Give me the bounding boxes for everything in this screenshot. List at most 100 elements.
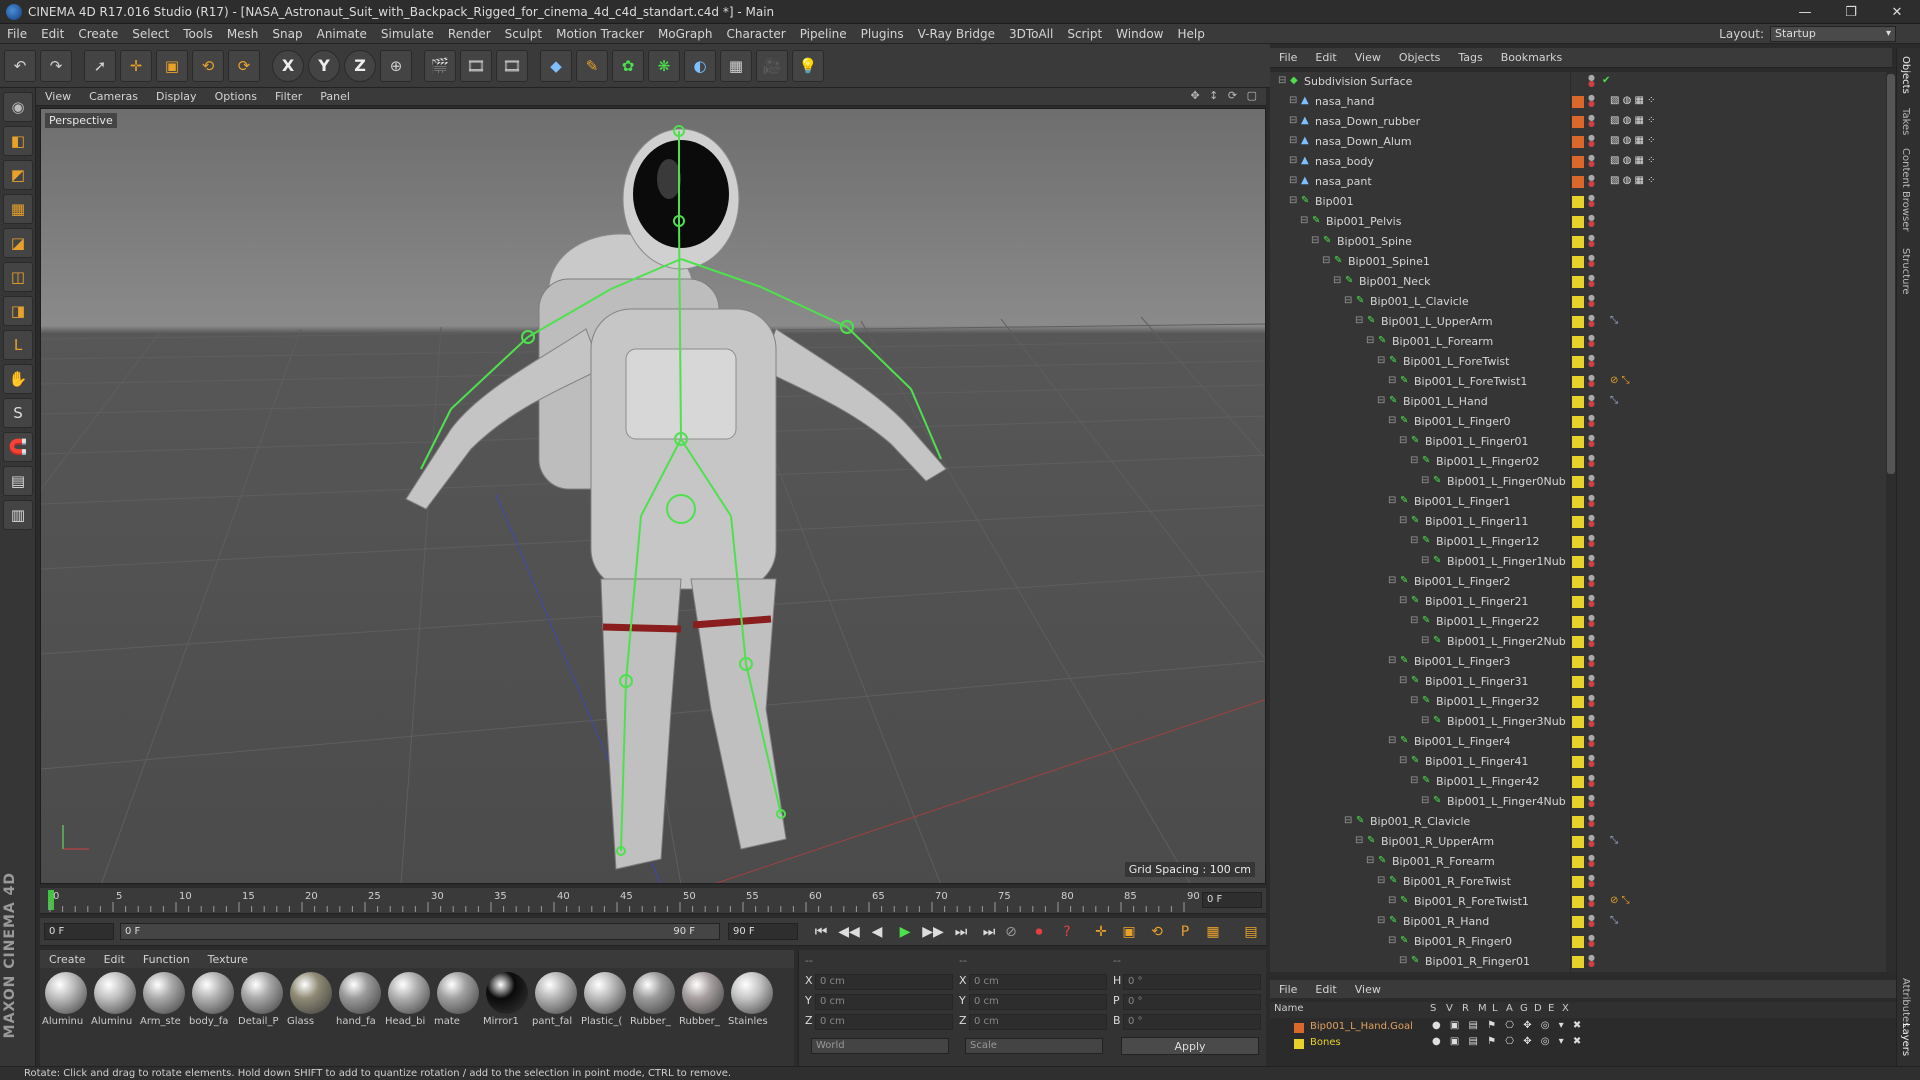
viewport-menu-cameras[interactable]: Cameras [80,90,147,103]
layer-color-swatch[interactable] [1572,396,1584,408]
tree-expand-toggle-icon[interactable]: ⊟ [1322,255,1330,266]
layer-column-r[interactable]: R [1462,1003,1469,1014]
next-frame-icon[interactable]: ▶▶ [922,921,944,943]
visibility-dots-icon[interactable]: ● ● [1588,334,1595,348]
ik-tag-icon[interactable]: ⤡ [1610,395,1618,406]
tree-expand-toggle-icon[interactable]: ⊟ [1344,815,1352,826]
object-name[interactable]: Bip001_L_Hand [1403,395,1488,408]
visibility-dots-icon[interactable]: ● ● [1588,754,1595,768]
visibility-dots-icon[interactable]: ● ● [1588,694,1595,708]
layer-color-swatch[interactable] [1572,336,1584,348]
menu-edit[interactable]: Edit [34,27,71,41]
object-name[interactable]: Bip001_Spine1 [1348,255,1430,268]
layer-color-swatch[interactable] [1572,616,1584,628]
layer-color-swatch[interactable] [1572,876,1584,888]
workplane-lock-icon[interactable]: ▤ [3,466,33,496]
layer-color-swatch[interactable] [1572,196,1584,208]
live-select-icon[interactable]: ➚ [84,49,116,82]
layer-color-swatch[interactable] [1572,776,1584,788]
object-row[interactable]: ⊟ ✎ Bip001_L_Finger1 ● ● [1270,492,1886,512]
object-row[interactable]: ⊟ ✎ Bip001_L_Finger31 ● ● [1270,672,1886,692]
tree-expand-toggle-icon[interactable]: ⊟ [1399,955,1407,966]
layer-color-swatch[interactable] [1572,856,1584,868]
layer-column-v[interactable]: V [1446,1003,1453,1014]
visibility-dots-icon[interactable]: ● ● [1588,274,1595,288]
coordinate-value-field[interactable]: 0 cm [815,994,953,1010]
snap-icon[interactable]: 🧲 [3,432,33,462]
visibility-dots-icon[interactable]: ● ● [1588,954,1595,968]
coordinate-value-field[interactable]: 0 ° [1123,994,1261,1010]
object-row[interactable]: ⊟ ✎ Bip001_L_Finger1Nub ● ● [1270,552,1886,572]
object-menu-tags[interactable]: Tags [1449,51,1491,64]
layer-flag-icons[interactable]: ● ▣ ▤ ⚑ ⎔ ✥ ◎ ▾ ✖ [1432,1020,1584,1031]
goto-end-icon[interactable]: ⏭ [978,921,1000,943]
tab-takes[interactable]: Takes [1900,108,1911,135]
layer-color-swatch[interactable] [1294,1039,1304,1049]
visibility-dots-icon[interactable]: ● ● [1588,374,1595,388]
layer-color-swatch[interactable] [1572,536,1584,548]
object-row[interactable]: ⊟ ✎ Bip001_L_UpperArm ● ● ⤡ [1270,312,1886,332]
object-row[interactable]: ⊟ ✎ Bip001_L_Hand ● ● ⤡ [1270,392,1886,412]
tree-expand-toggle-icon[interactable]: ⊟ [1289,195,1297,206]
tree-expand-toggle-icon[interactable]: ⊟ [1289,175,1297,186]
tree-expand-toggle-icon[interactable]: ⊟ [1377,395,1385,406]
points-mode-icon[interactable]: ◪ [3,228,33,258]
render-picture-viewer-icon[interactable]: 🎞 [460,49,492,82]
deformer-icon[interactable]: ◐ [684,49,716,82]
viewport-menu-view[interactable]: View [36,90,80,103]
material-swatch[interactable]: Rubber_ [679,972,727,1066]
material-tags-icons[interactable]: ▧ ◍ ▦ ⁘ [1610,115,1656,126]
tab-content-browser[interactable]: Content Browser [1900,148,1911,231]
camera-label[interactable]: Perspective [45,113,117,128]
visibility-dots-icon[interactable]: ● ● [1588,454,1595,468]
visibility-dots-icon[interactable]: ● ● [1588,554,1595,568]
object-row[interactable]: ⊟ ✎ Bip001_L_Finger21 ● ● [1270,592,1886,612]
layer-color-swatch[interactable] [1572,116,1584,128]
object-row[interactable]: ⊟ ✎ Bip001_L_Finger4Nub ● ● [1270,792,1886,812]
object-row[interactable]: ⊟ ▲ nasa_pant ● ● ▧ ◍ ▦ ⁘ [1270,172,1886,192]
layer-column-m[interactable]: M [1478,1003,1487,1014]
visibility-dots-icon[interactable]: ● ● [1588,634,1595,648]
layer-color-swatch[interactable] [1572,276,1584,288]
object-name[interactable]: Bip001_L_Finger11 [1425,515,1529,528]
menu-tools[interactable]: Tools [176,27,220,41]
visibility-dots-icon[interactable]: ● ● [1588,354,1595,368]
viewport-menu-options[interactable]: Options [206,90,266,103]
menu-mesh[interactable]: Mesh [220,27,266,41]
layer-menu-file[interactable]: File [1270,983,1306,996]
layer-menu-view[interactable]: View [1346,983,1390,996]
material-swatch[interactable]: Detail_P [238,972,286,1066]
tree-expand-toggle-icon[interactable]: ⊟ [1421,475,1429,486]
object-row[interactable]: ⊟ ✎ Bip001_Pelvis ● ● [1270,212,1886,232]
grid-snap-icon[interactable]: ▥ [3,500,33,530]
object-name[interactable]: Bip001_L_Finger12 [1436,535,1540,548]
goto-start-icon[interactable]: ⏮ [810,921,832,943]
object-row[interactable]: ⊟ ✎ Bip001_L_Finger3 ● ● [1270,652,1886,672]
tree-expand-toggle-icon[interactable]: ⊟ [1421,715,1429,726]
material-swatch[interactable]: Stainles [728,972,776,1066]
visibility-dots-icon[interactable]: ● ● [1588,414,1595,428]
layer-color-swatch[interactable] [1572,236,1584,248]
material-tags-icons[interactable]: ▧ ◍ ▦ ⁘ [1610,155,1656,166]
x-axis-lock-icon[interactable]: X [272,49,304,82]
menu-window[interactable]: Window [1109,27,1170,41]
object-row[interactable]: ⊟ ✎ Bip001_Spine ● ● [1270,232,1886,252]
object-row[interactable]: ⊟ ✎ Bip001_L_Finger01 ● ● [1270,432,1886,452]
visibility-dots-icon[interactable]: ● ● [1588,294,1595,308]
tree-expand-toggle-icon[interactable]: ⊟ [1421,795,1429,806]
layer-color-swatch[interactable] [1572,836,1584,848]
constraint-tag-icon[interactable]: ⊘ ⤡ [1610,895,1630,906]
menu-file[interactable]: File [0,27,34,41]
tree-expand-toggle-icon[interactable]: ⊟ [1344,295,1352,306]
keyframe-selection-icon[interactable]: ⊘ [1000,921,1022,943]
key-rotation-icon[interactable]: ⟲ [1146,921,1168,943]
recent-tool-icon[interactable]: ⟳ [228,49,260,82]
menu-simulate[interactable]: Simulate [374,27,441,41]
material-menu-texture[interactable]: Texture [199,953,257,966]
object-name[interactable]: Subdivision Surface [1304,75,1412,88]
tree-expand-toggle-icon[interactable]: ⊟ [1388,375,1396,386]
object-name[interactable]: nasa_hand [1315,95,1374,108]
coordinate-value-field[interactable]: 0 cm [969,1014,1107,1030]
coordinate-value-field[interactable]: 0 ° [1123,974,1261,990]
visibility-dots-icon[interactable]: ● ● [1588,214,1595,228]
